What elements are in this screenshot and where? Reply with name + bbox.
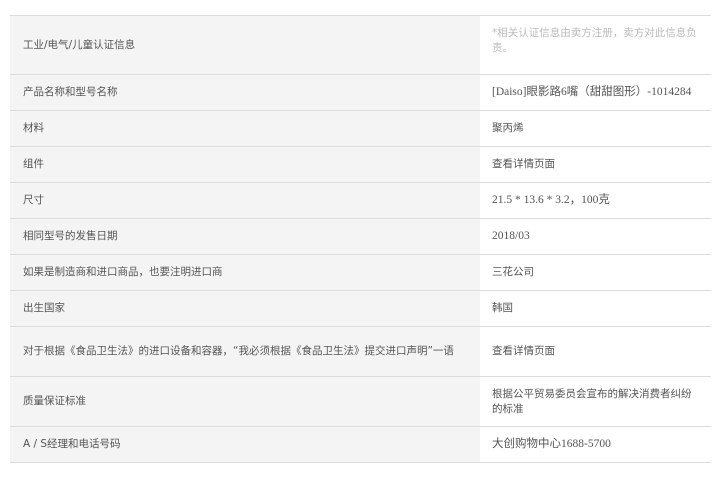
row-label: 出生国家	[10, 290, 480, 327]
row-label-text: 如果是制造商和进口商品，也要注明进口商	[23, 266, 223, 278]
row-value: 大创购物中心1688-5700	[480, 426, 711, 463]
row-label-text: 材料	[23, 122, 44, 134]
table-row: 对于根据《食品卫生法》的进口设备和容器，“我必须根据《食品卫生法》提交进口声明”…	[10, 326, 711, 377]
row-value-text: 根据公平贸易委员会宣布的解决消费者纠纷的标准	[492, 387, 692, 415]
row-value-text: *相关认证信息由卖方注册，卖方对此信息负责。	[492, 27, 697, 54]
row-value-text: 大创购物中心1688-5700	[492, 438, 611, 450]
row-value-text: 21.5 * 13.6 * 3.2，100克	[492, 194, 610, 206]
row-label-text: 质量保证标准	[23, 395, 86, 407]
row-value: 查看详情页面	[480, 326, 711, 377]
row-value: [Daiso]眼影路6嘴（甜甜图形）-1014284	[480, 74, 711, 111]
row-label: 尺寸	[10, 182, 480, 219]
row-value-text: [Daiso]眼影路6嘴（甜甜图形）-1014284	[492, 86, 692, 98]
row-value: 三花公司	[480, 254, 711, 291]
row-label: 对于根据《食品卫生法》的进口设备和容器，“我必须根据《食品卫生法》提交进口声明”…	[10, 326, 480, 377]
table-row: 材料 聚丙烯	[10, 110, 711, 147]
table-row: 出生国家 韩国	[10, 290, 711, 327]
row-value-text: 韩国	[492, 302, 513, 314]
row-label: 产品名称和型号名称	[10, 74, 480, 111]
row-value: 2018/03	[480, 218, 711, 255]
row-label: 如果是制造商和进口商品，也要注明进口商	[10, 254, 480, 291]
row-label-text: 工业/电气/儿童认证信息	[23, 38, 136, 51]
table-row: A / S经理和电话号码 大创购物中心1688-5700	[10, 426, 711, 463]
row-value: 21.5 * 13.6 * 3.2，100克	[480, 182, 711, 219]
product-info-table: 工业/电气/儿童认证信息 *相关认证信息由卖方注册，卖方对此信息负责。 产品名称…	[10, 15, 711, 463]
row-value-text: 查看详情页面	[492, 345, 555, 357]
row-value-text: 三花公司	[492, 266, 534, 278]
table-row: 如果是制造商和进口商品，也要注明进口商 三花公司	[10, 254, 711, 291]
row-label: 相同型号的发售日期	[10, 218, 480, 255]
table-row: 产品名称和型号名称 [Daiso]眼影路6嘴（甜甜图形）-1014284	[10, 74, 711, 111]
row-value: 查看详情页面	[480, 146, 711, 183]
row-label-text: 相同型号的发售日期	[23, 230, 118, 242]
row-value-text: 聚丙烯	[492, 122, 524, 134]
table-row: 组件 查看详情页面	[10, 146, 711, 183]
row-label-text: 出生国家	[23, 302, 65, 314]
row-label: 质量保证标准	[10, 376, 480, 427]
table-row: 工业/电气/儿童认证信息 *相关认证信息由卖方注册，卖方对此信息负责。	[10, 15, 711, 75]
row-label: A / S经理和电话号码	[10, 426, 480, 463]
table-row: 质量保证标准 根据公平贸易委员会宣布的解决消费者纠纷的标准	[10, 376, 711, 427]
row-value: 聚丙烯	[480, 110, 711, 147]
row-label-text: A / S经理和电话号码	[23, 438, 121, 450]
row-label: 材料	[10, 110, 480, 147]
row-label-text: 产品名称和型号名称	[23, 86, 118, 98]
row-value-text: 查看详情页面	[492, 158, 555, 170]
row-label-text: 组件	[23, 158, 44, 170]
table-row: 相同型号的发售日期 2018/03	[10, 218, 711, 255]
row-label: 组件	[10, 146, 480, 183]
row-label-text: 尺寸	[23, 194, 44, 206]
row-label: 工业/电气/儿童认证信息	[10, 15, 480, 75]
certification-note: *相关认证信息由卖方注册，卖方对此信息负责。	[480, 15, 711, 75]
table-row: 尺寸 21.5 * 13.6 * 3.2，100克	[10, 182, 711, 219]
row-value: 韩国	[480, 290, 711, 327]
row-label-text: 对于根据《食品卫生法》的进口设备和容器，“我必须根据《食品卫生法》提交进口声明”…	[23, 345, 454, 357]
row-value-text: 2018/03	[492, 230, 530, 242]
row-value: 根据公平贸易委员会宣布的解决消费者纠纷的标准	[480, 376, 711, 427]
